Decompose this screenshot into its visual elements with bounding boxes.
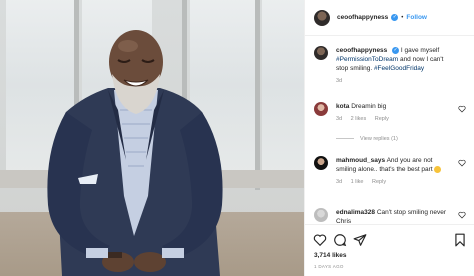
comment-item: ednalima328 Can't stop smiling never Chr… [314,208,472,224]
heart-icon[interactable] [313,233,327,247]
smiling-man-figure [47,30,223,276]
view-replies-label[interactable]: View replies (1) [360,136,398,142]
post-photo[interactable] [0,0,304,276]
author-avatar[interactable] [314,9,330,26]
commenter-avatar[interactable] [314,102,328,116]
caption-text: I gave myself [400,47,440,54]
bookmark-icon[interactable] [453,233,467,247]
instagram-post: ceoofhappyness ✓ • Follow ceoofhappyness… [0,0,474,276]
commenter-avatar[interactable] [314,156,328,170]
comment-likes[interactable]: 2 likes [351,116,367,122]
caption-username[interactable]: ceoofhappyness [336,47,387,54]
verified-badge-icon: ✓ [391,14,399,21]
likes-count[interactable]: 3,714 likes [314,252,347,259]
comment-username[interactable]: ednalima328 [336,209,375,216]
comment-text: Dreamin big [351,103,387,110]
hashtag-link[interactable]: #PermissionToDream [336,56,398,63]
post-caption: ceoofhappyness ✓ I gave myself #Permissi… [314,46,472,86]
separator-dot: • [401,14,404,21]
caption-time: 3d [336,78,343,84]
reply-button[interactable]: Reply [375,116,389,122]
comment-heart-icon[interactable] [458,159,466,167]
comment-item: kota Dreamin big 3d 2 likes Reply [314,102,472,124]
hashtag-link[interactable]: #FeelGoodFriday [374,65,424,72]
comment-icon[interactable] [333,233,347,247]
author-username[interactable]: ceoofhappyness [337,14,388,21]
comment-time: 3d [336,116,343,122]
commenter-avatar[interactable] [314,208,328,222]
view-replies-link[interactable]: View replies (1) [336,136,398,142]
comment-time: 3d [336,179,343,185]
post-actions: 3,714 likes 1 DAYS AGO [305,224,474,276]
comment-likes[interactable]: 1 like [351,179,364,185]
smile-emoji-icon [434,165,442,173]
reply-button[interactable]: Reply [372,179,386,185]
post-timestamp: 1 DAYS AGO [314,264,344,269]
verified-badge-icon: ✓ [392,46,400,54]
follow-button[interactable]: Follow [406,14,427,21]
replies-line [336,138,354,140]
post-sidebar: ceoofhappyness ✓ • Follow ceoofhappyness… [304,0,474,276]
comment-heart-icon[interactable] [458,105,466,113]
share-icon[interactable] [353,233,367,247]
post-header: ceoofhappyness ✓ • Follow [305,0,474,36]
author-avatar[interactable] [314,46,328,60]
comment-heart-icon[interactable] [458,211,466,219]
comment-username[interactable]: mahmoud_says [336,157,385,164]
comment-username[interactable]: kota [336,103,349,110]
comments-list[interactable]: ceoofhappyness ✓ I gave myself #Permissi… [305,38,474,224]
comment-item: mahmoud_says And you are not smiling alo… [314,156,472,187]
